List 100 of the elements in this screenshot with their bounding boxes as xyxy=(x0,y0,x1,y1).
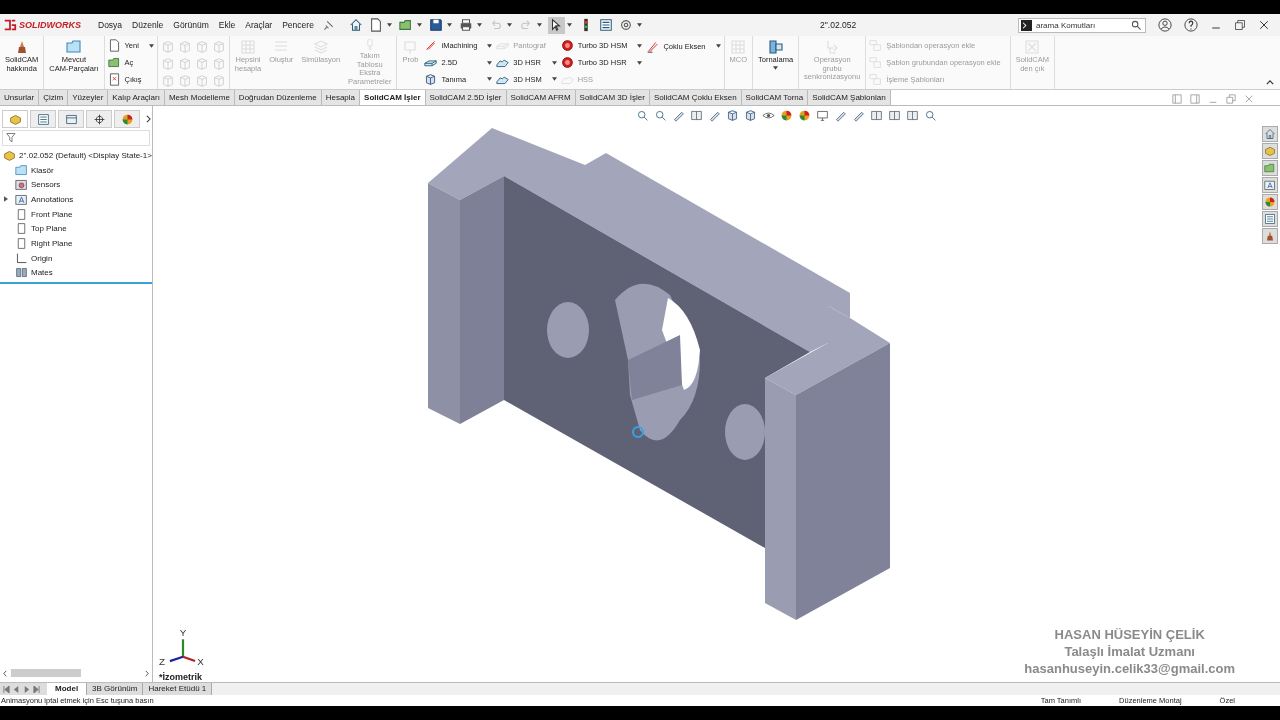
tree-item[interactable]: Mates xyxy=(31,268,53,278)
task-pane-tab[interactable] xyxy=(1262,194,1278,210)
scrollbar-thumb[interactable] xyxy=(11,669,81,677)
menu-item[interactable]: Araçlar xyxy=(240,20,278,30)
expand-icon[interactable] xyxy=(4,196,8,203)
book-icon[interactable] xyxy=(906,109,919,122)
monitor-icon[interactable] xyxy=(816,109,829,122)
toolbar-button[interactable] xyxy=(547,16,565,34)
axis-label: Y xyxy=(179,627,187,638)
cube-icon[interactable] xyxy=(744,109,757,122)
command-tab[interactable]: SolidCAM Şablonları xyxy=(808,90,892,105)
first-icon[interactable] xyxy=(3,685,10,693)
command-tab[interactable]: Hesapla xyxy=(321,90,361,105)
last-icon[interactable] xyxy=(33,685,40,693)
home-icon xyxy=(1264,128,1276,140)
zoom-icon[interactable] xyxy=(636,109,649,122)
menu-item[interactable]: Düzenle xyxy=(127,20,169,30)
caret-icon[interactable] xyxy=(566,23,572,27)
search-field[interactable]: arama Komutları xyxy=(1018,17,1146,33)
command-tab[interactable]: Doğrudan Düzenleme xyxy=(234,90,322,105)
caret-icon[interactable] xyxy=(476,23,482,27)
panel-tab[interactable] xyxy=(86,110,112,128)
command-tab[interactable]: Mesh Modelleme xyxy=(164,90,235,105)
zoom-icon[interactable] xyxy=(654,109,667,122)
pencil-icon[interactable] xyxy=(834,109,847,122)
pointer-icon xyxy=(549,18,564,32)
tree-item[interactable]: 2''.02.052 (Default) <Display State-1> xyxy=(19,150,152,160)
command-tab[interactable]: Unsurlar xyxy=(0,90,40,105)
chevron-right-icon[interactable] xyxy=(146,115,151,123)
command-tab[interactable]: SolidCAM 2.5D İşler xyxy=(425,90,507,105)
pencil-icon[interactable] xyxy=(672,109,685,122)
panel-tab[interactable] xyxy=(114,110,140,128)
settings-icon xyxy=(619,18,634,32)
task-pane-tab[interactable] xyxy=(1262,126,1278,142)
book-icon[interactable] xyxy=(888,109,901,122)
tree-item[interactable]: Sensors xyxy=(31,180,61,190)
zoom-icon[interactable] xyxy=(924,109,937,122)
scroll-right-icon[interactable] xyxy=(145,669,149,677)
caret-icon[interactable] xyxy=(636,23,642,27)
caret-icon[interactable] xyxy=(386,23,392,27)
panel-tab[interactable] xyxy=(30,110,56,128)
tree-item[interactable]: Annotations xyxy=(31,194,74,204)
cutter-icon xyxy=(424,39,438,53)
tree-item[interactable]: Origin xyxy=(31,253,53,263)
next-icon[interactable] xyxy=(23,685,30,693)
toolbar-button[interactable] xyxy=(597,16,615,34)
command-tab[interactable]: Çizim xyxy=(39,90,69,105)
caret-icon[interactable] xyxy=(446,23,452,27)
panel-tab[interactable] xyxy=(58,110,84,128)
task-pane-tab[interactable] xyxy=(1262,160,1278,176)
sheet-tab[interactable]: Model xyxy=(47,683,88,695)
user-icon[interactable] xyxy=(1158,18,1172,32)
tree-item[interactable]: Front Plane xyxy=(31,209,73,219)
task-pane-tab[interactable] xyxy=(1262,228,1278,244)
tree-item[interactable]: Right Plane xyxy=(31,238,73,248)
menu-item[interactable]: Dosya xyxy=(93,20,128,30)
tree-item[interactable]: Klasör xyxy=(31,165,54,175)
command-tab[interactable]: SolidCAM Torna xyxy=(741,90,809,105)
cube-icon[interactable] xyxy=(726,109,739,122)
search-icon[interactable] xyxy=(1131,19,1142,31)
crosshair-icon xyxy=(92,112,106,126)
command-tab[interactable]: SolidCAM İşler xyxy=(360,90,426,105)
panel-tab[interactable] xyxy=(2,110,28,128)
command-tab[interactable]: SolidCAM Çoklu Eksen xyxy=(649,90,742,105)
toolbar-button[interactable] xyxy=(347,16,365,34)
caret-icon[interactable] xyxy=(416,23,422,27)
book-icon[interactable] xyxy=(870,109,883,122)
caret-icon xyxy=(148,43,154,48)
tree-item[interactable]: Top Plane xyxy=(31,224,67,234)
pin-icon[interactable] xyxy=(322,19,334,31)
collapse-icon[interactable] xyxy=(1266,80,1274,85)
cutter-icon xyxy=(646,39,660,53)
menu-item[interactable]: Ekle xyxy=(213,20,241,30)
pencil-icon[interactable] xyxy=(708,109,721,122)
mates-icon xyxy=(15,266,28,280)
help-icon[interactable] xyxy=(1184,18,1198,32)
filter-icon[interactable] xyxy=(6,132,18,144)
annotation-icon xyxy=(15,192,28,206)
book-icon[interactable] xyxy=(690,109,703,122)
command-tab[interactable]: Kalıp Araçları xyxy=(108,90,165,105)
sheet-tab[interactable]: 3B Görünüm xyxy=(87,683,144,695)
document-icon xyxy=(369,18,384,32)
part-icon xyxy=(3,148,16,162)
task-pane-tab[interactable] xyxy=(1262,211,1278,227)
close-icon[interactable] xyxy=(1258,19,1270,31)
menu-item[interactable]: Görünüm xyxy=(168,20,214,30)
command-tab[interactable]: SolidCAM AFRM xyxy=(506,90,576,105)
toolbar-button[interactable] xyxy=(427,16,445,34)
menu-item[interactable]: Pencere xyxy=(277,20,319,30)
eye-icon[interactable] xyxy=(762,109,775,122)
restore-icon[interactable] xyxy=(1234,19,1246,31)
sheet-tab[interactable]: Hareket Etüdü 1 xyxy=(143,683,213,695)
command-tab[interactable]: Yüzeyler xyxy=(68,90,109,105)
caret-icon xyxy=(487,60,493,65)
scroll-left-icon[interactable] xyxy=(3,669,7,677)
pencil-icon[interactable] xyxy=(852,109,865,122)
task-pane-tab[interactable] xyxy=(1262,143,1278,159)
task-pane-tab[interactable] xyxy=(1262,177,1278,193)
previous-icon[interactable] xyxy=(13,685,20,693)
command-tab[interactable]: SolidCAM 3D İşler xyxy=(575,90,650,105)
